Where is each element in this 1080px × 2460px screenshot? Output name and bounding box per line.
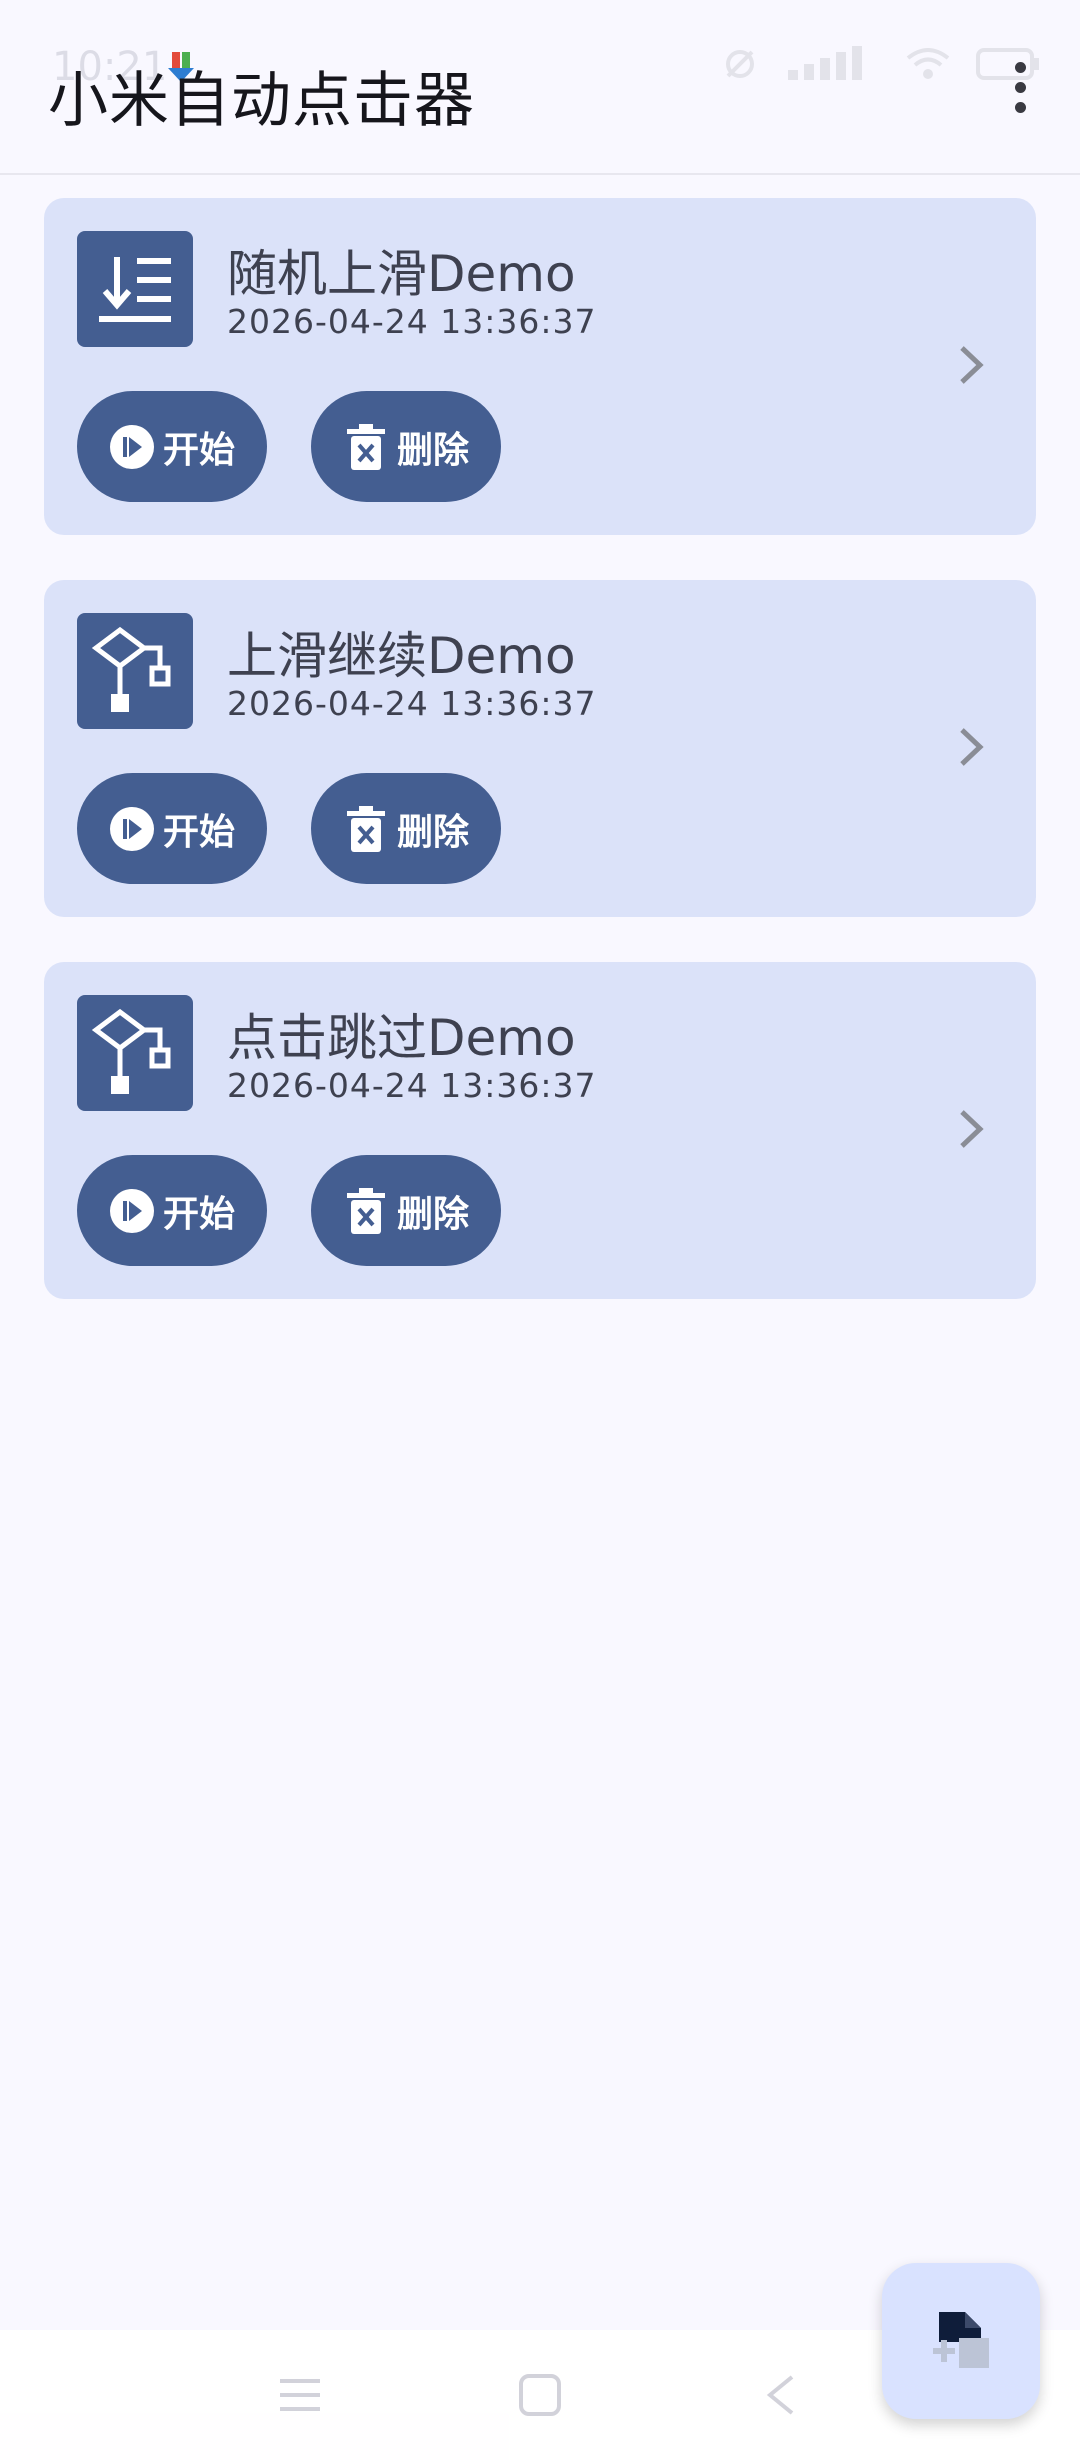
delete-button[interactable]: 删除	[311, 773, 501, 884]
more-dot-icon	[1014, 101, 1026, 113]
task-title: 上滑继续Demo	[227, 627, 576, 685]
delete-bin-icon	[343, 423, 389, 470]
play-circle-icon	[109, 806, 155, 852]
task-card[interactable]: 上滑继续Demo 2026-04-24 13:36:37 开始 删除	[44, 580, 1036, 917]
task-timestamp: 2026-04-24 13:36:37	[227, 684, 597, 723]
play-circle-icon	[109, 1188, 155, 1234]
task-title: 随机上滑Demo	[227, 245, 576, 303]
more-dot-icon	[1014, 61, 1026, 73]
more-dot-icon	[1014, 81, 1026, 93]
start-label: 开始	[162, 429, 235, 471]
delete-button[interactable]: 删除	[311, 391, 501, 502]
chevron-right-icon[interactable]	[952, 722, 992, 772]
chevron-right-icon[interactable]	[952, 1104, 992, 1154]
delete-label: 删除	[396, 1193, 469, 1235]
list-sort-icon	[77, 231, 193, 347]
app-bar: 小米自动点击器	[0, 0, 1080, 175]
delete-bin-icon	[343, 805, 389, 852]
task-card[interactable]: 随机上滑Demo 2026-04-24 13:36:37 开始 删除	[44, 198, 1036, 535]
start-button[interactable]: 开始	[77, 391, 267, 502]
recent-apps-button[interactable]	[260, 2360, 340, 2430]
delete-bin-icon	[343, 1187, 389, 1234]
play-circle-icon	[109, 424, 155, 470]
task-timestamp: 2026-04-24 13:36:37	[227, 302, 597, 341]
task-card[interactable]: 点击跳过Demo 2026-04-24 13:36:37 开始 删除	[44, 962, 1036, 1299]
start-button[interactable]: 开始	[77, 1155, 267, 1266]
add-task-fab[interactable]	[882, 2263, 1040, 2419]
start-button[interactable]: 开始	[77, 773, 267, 884]
more-options-button[interactable]	[1000, 52, 1040, 122]
task-title: 点击跳过Demo	[227, 1009, 576, 1067]
back-button[interactable]	[740, 2360, 820, 2430]
start-label: 开始	[162, 811, 235, 853]
delete-button[interactable]: 删除	[311, 1155, 501, 1266]
delete-label: 删除	[396, 429, 469, 471]
menu-icon	[280, 2379, 320, 2411]
app-title: 小米自动点击器	[48, 66, 475, 136]
start-label: 开始	[162, 1193, 235, 1235]
task-timestamp: 2026-04-24 13:36:37	[227, 1066, 597, 1105]
flowchart-icon	[77, 995, 193, 1111]
home-square-icon	[519, 2374, 561, 2416]
add-file-icon	[933, 2312, 989, 2368]
back-chevron-icon	[766, 2375, 794, 2415]
home-button[interactable]	[500, 2360, 580, 2430]
chevron-right-icon[interactable]	[952, 340, 992, 390]
flowchart-icon	[77, 613, 193, 729]
task-list: 随机上滑Demo 2026-04-24 13:36:37 开始 删除 上滑继续D…	[44, 198, 1036, 1344]
delete-label: 删除	[396, 811, 469, 853]
